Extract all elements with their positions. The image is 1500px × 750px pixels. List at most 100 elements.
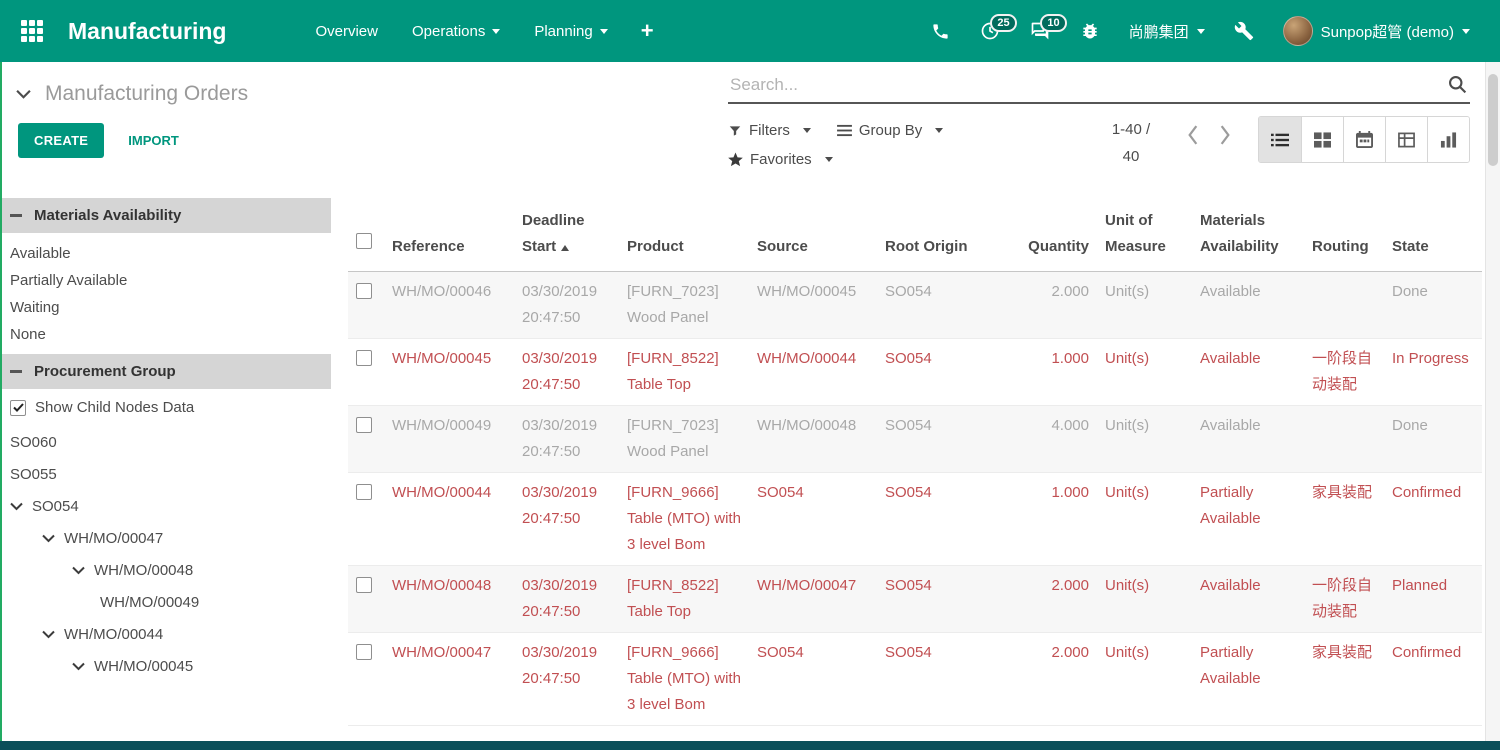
table-row[interactable]: WH/MO/00046 03/30/2019 20:47:50 [FURN_70…	[348, 272, 1482, 339]
section-materials-availability[interactable]: Materials Availability	[0, 198, 331, 233]
scrollbar-thumb[interactable]	[1488, 74, 1498, 166]
tree-item[interactable]: WH/MO/00045	[0, 650, 331, 682]
checkbox-checked-icon[interactable]	[10, 400, 26, 416]
section-title: Procurement Group	[34, 363, 176, 380]
menu-overview-label: Overview	[315, 23, 378, 40]
section-procurement-group[interactable]: Procurement Group	[0, 354, 331, 389]
row-checkbox[interactable]	[356, 577, 372, 593]
column-header-product[interactable]: Product	[623, 227, 753, 271]
row-checkbox[interactable]	[356, 644, 372, 660]
row-checkbox[interactable]	[356, 283, 372, 299]
cell-reference[interactable]: WH/MO/00044	[388, 473, 518, 565]
debug-button[interactable]	[1067, 12, 1113, 50]
tree-item[interactable]: SO054	[0, 490, 331, 522]
cell-state: Done	[1388, 406, 1482, 472]
chevron-down-icon[interactable]	[72, 566, 85, 575]
chevron-down-icon[interactable]	[42, 534, 55, 543]
chevron-down-icon	[935, 128, 943, 133]
cell-root-origin: SO054	[881, 633, 1009, 725]
favorites-menu[interactable]: Favorites	[728, 151, 833, 168]
cell-source: SO054	[753, 473, 881, 565]
show-child-nodes-checkbox[interactable]: Show Child Nodes Data	[0, 389, 331, 424]
filter-none[interactable]: None	[0, 321, 331, 348]
cell-reference[interactable]: WH/MO/00047	[388, 633, 518, 725]
tree-item[interactable]: WH/MO/00049	[0, 586, 331, 618]
search-icon[interactable]	[1447, 74, 1468, 95]
bug-icon	[1080, 21, 1100, 41]
cell-root-origin: SO054	[881, 566, 1009, 632]
tree-item[interactable]: WH/MO/00048	[0, 554, 331, 586]
column-header-uom[interactable]: Unit of Measure	[1101, 201, 1196, 271]
column-header-state[interactable]: State	[1388, 227, 1482, 271]
table-row[interactable]: WH/MO/00047 03/30/2019 20:47:50 [FURN_96…	[348, 633, 1482, 726]
vertical-scrollbar[interactable]	[1485, 62, 1500, 741]
checkbox-icon[interactable]	[356, 233, 372, 249]
cell-source: WH/MO/00048	[753, 406, 881, 472]
checkbox-label: Show Child Nodes Data	[35, 399, 194, 416]
cell-reference[interactable]: WH/MO/00049	[388, 406, 518, 472]
kanban-view-button[interactable]	[1301, 117, 1343, 162]
column-header-root-origin[interactable]: Root Origin	[881, 227, 1009, 271]
column-header-quantity[interactable]: Quantity	[1009, 227, 1101, 271]
menu-planning[interactable]: Planning	[517, 13, 624, 50]
table-row[interactable]: WH/MO/00048 03/30/2019 20:47:50 [FURN_85…	[348, 566, 1482, 633]
tree-item[interactable]: SO060	[0, 426, 331, 458]
import-button[interactable]: IMPORT	[128, 133, 179, 148]
chevron-down-icon[interactable]	[72, 662, 85, 671]
chevron-down-icon	[803, 128, 811, 133]
column-header-routing[interactable]: Routing	[1308, 227, 1388, 271]
add-menu-button[interactable]: +	[625, 14, 670, 48]
cell-reference[interactable]: WH/MO/00045	[388, 339, 518, 405]
cell-product: [FURN_9666] Table (MTO) with 3 level Bom	[623, 633, 753, 725]
list-view-button[interactable]	[1259, 117, 1301, 162]
user-menu[interactable]: Sunpop超管 (demo)	[1271, 8, 1482, 54]
search-input[interactable]	[730, 75, 1447, 95]
table-row[interactable]: WH/MO/00044 03/30/2019 20:47:50 [FURN_96…	[348, 473, 1482, 566]
activities-button[interactable]: 25	[967, 12, 1013, 50]
column-header-materials-availability[interactable]: Materials Availability	[1196, 201, 1308, 271]
menu-operations[interactable]: Operations	[395, 13, 517, 50]
create-button[interactable]: CREATE	[18, 123, 104, 158]
select-all-checkbox[interactable]	[348, 222, 388, 271]
filter-available[interactable]: Available	[0, 240, 331, 267]
pager-previous-button[interactable]	[1180, 125, 1206, 145]
cell-quantity: 2.000	[1009, 272, 1101, 338]
tools-button[interactable]	[1221, 12, 1267, 50]
breadcrumb-toggle-icon[interactable]	[16, 89, 31, 99]
graph-view-button[interactable]	[1427, 117, 1469, 162]
column-header-source[interactable]: Source	[753, 227, 881, 271]
column-header-deadline-start[interactable]: Deadline Start	[518, 201, 623, 271]
messages-button[interactable]: 10	[1017, 12, 1063, 50]
chevron-down-icon[interactable]	[42, 630, 55, 639]
cell-reference[interactable]: WH/MO/00048	[388, 566, 518, 632]
apps-grid-icon[interactable]	[0, 19, 64, 43]
tree-item[interactable]: WH/MO/00047	[0, 522, 331, 554]
menu-overview[interactable]: Overview	[298, 13, 395, 50]
row-checkbox[interactable]	[356, 484, 372, 500]
chevron-down-icon[interactable]	[10, 502, 23, 511]
table-row[interactable]: WH/MO/00049 03/30/2019 20:47:50 [FURN_70…	[348, 406, 1482, 473]
company-switcher[interactable]: 尚鹏集团	[1117, 13, 1217, 50]
phone-button[interactable]	[918, 13, 963, 50]
cell-reference[interactable]: WH/MO/00046	[388, 272, 518, 338]
column-header-reference[interactable]: Reference	[388, 227, 518, 271]
pivot-view-button[interactable]	[1385, 117, 1427, 162]
table-row[interactable]: WH/MO/00045 03/30/2019 20:47:50 [FURN_85…	[348, 339, 1482, 406]
tree-item[interactable]: WH/MO/00044	[0, 618, 331, 650]
chevron-down-icon	[1197, 29, 1205, 34]
row-checkbox[interactable]	[356, 417, 372, 433]
calendar-view-button[interactable]	[1343, 117, 1385, 162]
company-name: 尚鹏集团	[1129, 21, 1189, 42]
filter-waiting[interactable]: Waiting	[0, 294, 331, 321]
row-checkbox[interactable]	[356, 350, 372, 366]
cell-product: [FURN_7023] Wood Panel	[623, 406, 753, 472]
filters-menu[interactable]: Filters	[728, 122, 811, 139]
group-by-icon	[837, 124, 852, 137]
cell-routing: 一阶段自动装配	[1308, 339, 1388, 405]
app-title[interactable]: Manufacturing	[68, 18, 226, 45]
chevron-down-icon	[492, 29, 500, 34]
group-by-menu[interactable]: Group By	[837, 122, 943, 139]
pager-next-button[interactable]	[1212, 125, 1238, 145]
tree-item[interactable]: SO055	[0, 458, 331, 490]
filter-partially-available[interactable]: Partially Available	[0, 267, 331, 294]
